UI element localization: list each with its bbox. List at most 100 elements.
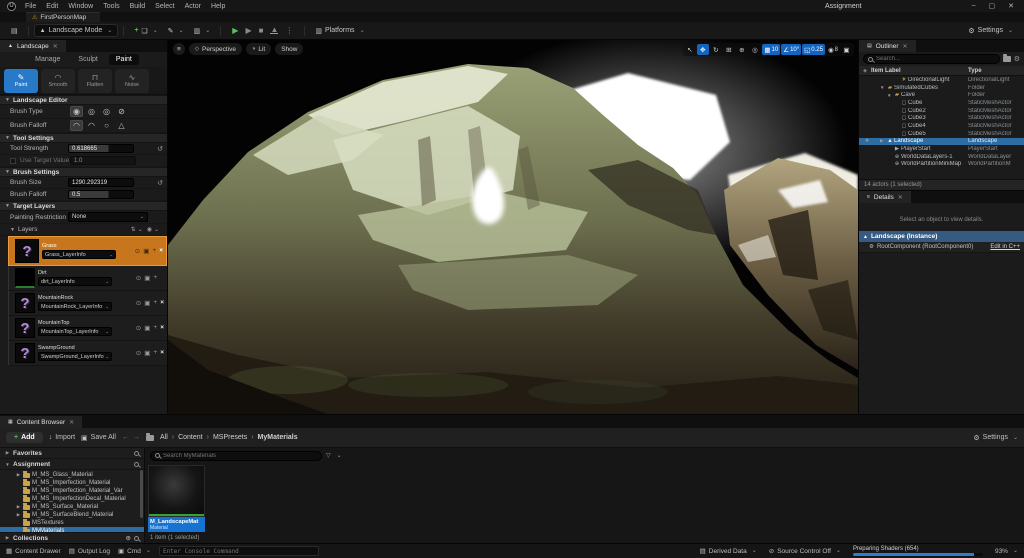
content-browser-settings[interactable]: ⚙Settings [973, 434, 1018, 442]
layer-copy-icon[interactable]: ▣ [143, 247, 149, 255]
outliner-row[interactable]: ◻ Cube StaticMeshActor [859, 99, 1024, 107]
search-icon[interactable] [134, 451, 139, 456]
layer-row[interactable]: Dirt dirt_LayerInfo⌄ ⊙ ▣ + × [8, 266, 167, 291]
derived-data-dropdown[interactable]: ▤Derived Data [700, 547, 757, 555]
menu-item[interactable]: Window [68, 3, 93, 10]
layer-visibility-dropdown[interactable]: ◉ [147, 226, 159, 233]
menu-item[interactable]: Actor [185, 3, 201, 10]
section-tool-settings[interactable]: ▼Tool Settings [0, 133, 167, 143]
blueprints-button[interactable]: ✎ [163, 25, 189, 37]
save-current-level-button[interactable]: ▤ [6, 25, 23, 37]
layer-info-dropdown[interactable]: dirt_LayerInfo⌄ [38, 277, 112, 286]
viewport-tool-button[interactable]: ▣ [841, 44, 853, 55]
path-folder-icon[interactable] [146, 435, 154, 441]
layer-weight-icon[interactable]: ⊙ [136, 349, 141, 357]
layer-add-icon[interactable]: + [153, 324, 157, 332]
layer-row[interactable]: Grass Grass_LayerInfo⌄ ⊙ ▣ + × [8, 236, 167, 266]
breadcrumb-item[interactable]: MyMaterials [258, 434, 302, 441]
layer-add-icon[interactable]: + [153, 299, 157, 307]
skip-icon[interactable]: ▶ [245, 26, 251, 35]
console-command-input[interactable] [159, 546, 319, 556]
layer-info-dropdown[interactable]: SwampGround_LayerInfo⌄ [38, 352, 112, 361]
folder-tree-item[interactable]: M_MS_Imperfection_Material_Var [0, 487, 144, 495]
viewport-tool-button[interactable]: ▦ 10 [762, 44, 780, 55]
viewport-3d-scene[interactable]: ≡ ◇Perspective ◑Lit Show ↖ ✥ ↻ [168, 40, 858, 414]
outliner-row[interactable]: ☀ DirectionalLight DirectionalLight [859, 76, 1024, 84]
mode-tab[interactable]: Manage [28, 54, 67, 65]
outliner-tab[interactable]: ▤ Outliner ✕ [859, 40, 916, 52]
layer-info-dropdown[interactable]: MountainTop_LayerInfo⌄ [38, 327, 112, 336]
close-tab-icon[interactable]: ✕ [903, 43, 908, 50]
outliner-row[interactable]: ▼ ▰ Cave Folder [859, 91, 1024, 99]
details-tab[interactable]: ≡ Details ✕ [859, 191, 911, 203]
search-icon[interactable] [134, 462, 139, 467]
outliner-row[interactable]: ✚ ▶ ▲ Landscape Landscape [859, 138, 1024, 146]
layer-thumbnail[interactable] [15, 293, 35, 313]
expander-icon[interactable]: ▶ [16, 504, 21, 510]
folder-tree-item[interactable]: ▶ M_MS_Surface_Material [0, 503, 144, 511]
viewport-tool-button[interactable]: ⊕ [736, 44, 748, 55]
menu-item[interactable]: Help [211, 3, 225, 10]
reset-icon[interactable]: ↺ [157, 145, 163, 153]
save-all-button[interactable]: ▣Save All [81, 434, 116, 442]
menu-item[interactable]: Tools [103, 3, 119, 10]
menu-item[interactable]: Select [155, 3, 174, 10]
layer-weight-icon[interactable]: ⊙ [136, 299, 141, 307]
viewport-tool-button[interactable]: ◎ [749, 44, 761, 55]
folder-tree-item[interactable]: M_MS_Imperfection_Material [0, 479, 144, 487]
outliner-row[interactable]: ◻ Cube3 StaticMeshActor [859, 114, 1024, 122]
paint-tool-button[interactable]: ⊓ Flatten [78, 69, 112, 93]
layer-weight-icon[interactable]: ⊙ [135, 247, 140, 255]
pin-icon[interactable]: ✚ [861, 138, 873, 144]
content-drawer-button[interactable]: ▦Content Drawer [6, 547, 61, 555]
layer-weight-icon[interactable]: ⊙ [136, 324, 141, 332]
collections-section[interactable]: ▶Collections ⊕ [0, 532, 144, 543]
close-tab-icon[interactable]: ✕ [53, 43, 58, 50]
viewport-tool-button[interactable]: ⊞ [723, 44, 735, 55]
folder-tree-item[interactable]: M_MS_ImperfectionDecal_Material [0, 495, 144, 503]
details-component-row[interactable]: ⚙ RootComponent (RootComponent0) Edit in… [859, 242, 1024, 253]
layers-expander-icon[interactable]: ▼ [10, 227, 15, 233]
paint-tool-button[interactable]: ∿ Noise [115, 69, 149, 93]
layer-copy-icon[interactable]: ▣ [144, 324, 150, 332]
output-log-button[interactable]: ▤Output Log [69, 547, 110, 555]
brush-falloff-input[interactable]: 0.5 [68, 190, 134, 199]
cinematics-button[interactable]: ▥ [189, 25, 216, 37]
paint-tool-button[interactable]: ✎ Paint [4, 69, 38, 93]
back-icon[interactable]: ← [122, 434, 129, 441]
eject-icon[interactable]: ▲ [270, 27, 278, 34]
viewport-tool-button[interactable]: ↖ [684, 44, 696, 55]
edit-in-cpp-link[interactable]: Edit in C++ [990, 244, 1020, 250]
expander-icon[interactable]: ▶ [16, 512, 21, 518]
cmd-dropdown[interactable]: ▣Cmd [118, 547, 151, 555]
paint-tool-button[interactable]: ◠ Smooth [41, 69, 75, 93]
outliner-row[interactable]: ◻ Cube5 StaticMeshActor [859, 130, 1024, 138]
folder-tree-item[interactable]: ▶ M_MS_SurfaceBlend_Material [0, 511, 144, 519]
brush-size-input[interactable]: 1290.292319 [68, 178, 134, 187]
tree-scrollbar[interactable] [140, 470, 143, 518]
outliner-row[interactable]: ▼ ▰ SimulatedCubes Folder [859, 84, 1024, 92]
layer-row[interactable]: SwampGround SwampGround_LayerInfo⌄ ⊙ ▣ +… [8, 341, 167, 366]
outliner-search-input[interactable] [863, 54, 1000, 64]
menu-item[interactable]: Edit [46, 3, 58, 10]
progress-percent-dropdown[interactable]: 93% [995, 548, 1018, 555]
level-tab[interactable]: ⚠ FirstPersonMap [26, 12, 100, 22]
close-icon[interactable]: ✕ [1008, 2, 1014, 10]
landscape-panel-tab[interactable]: ▲ Landscape ✕ [0, 40, 66, 52]
outliner-row[interactable]: ◻ Cube4 StaticMeshActor [859, 122, 1024, 130]
search-icon[interactable] [134, 536, 139, 541]
play-icon[interactable]: ▶ [232, 26, 238, 35]
layer-thumbnail[interactable] [15, 318, 35, 338]
target-value-input[interactable]: 1.0 [70, 156, 136, 165]
platforms-dropdown[interactable]: ▥ Platforms [310, 25, 369, 37]
layer-row[interactable]: MountainRock MountainRock_LayerInfo⌄ ⊙ ▣… [8, 291, 167, 316]
expander-icon[interactable]: ▶ [16, 472, 21, 478]
brush-type-button[interactable]: ◉ [70, 106, 83, 117]
filter-funnel-icon[interactable]: ▽ [326, 452, 331, 459]
viewport-tool-button[interactable]: ✥ [697, 44, 709, 55]
folder-tree-item[interactable]: MSTextures [0, 519, 144, 527]
outliner-folder-icon[interactable] [1003, 56, 1011, 62]
layer-weight-icon[interactable]: ⊙ [136, 274, 141, 282]
item-label-column[interactable]: Item Label [871, 68, 968, 74]
outliner-settings-icon[interactable]: ⚙ [1014, 55, 1020, 63]
